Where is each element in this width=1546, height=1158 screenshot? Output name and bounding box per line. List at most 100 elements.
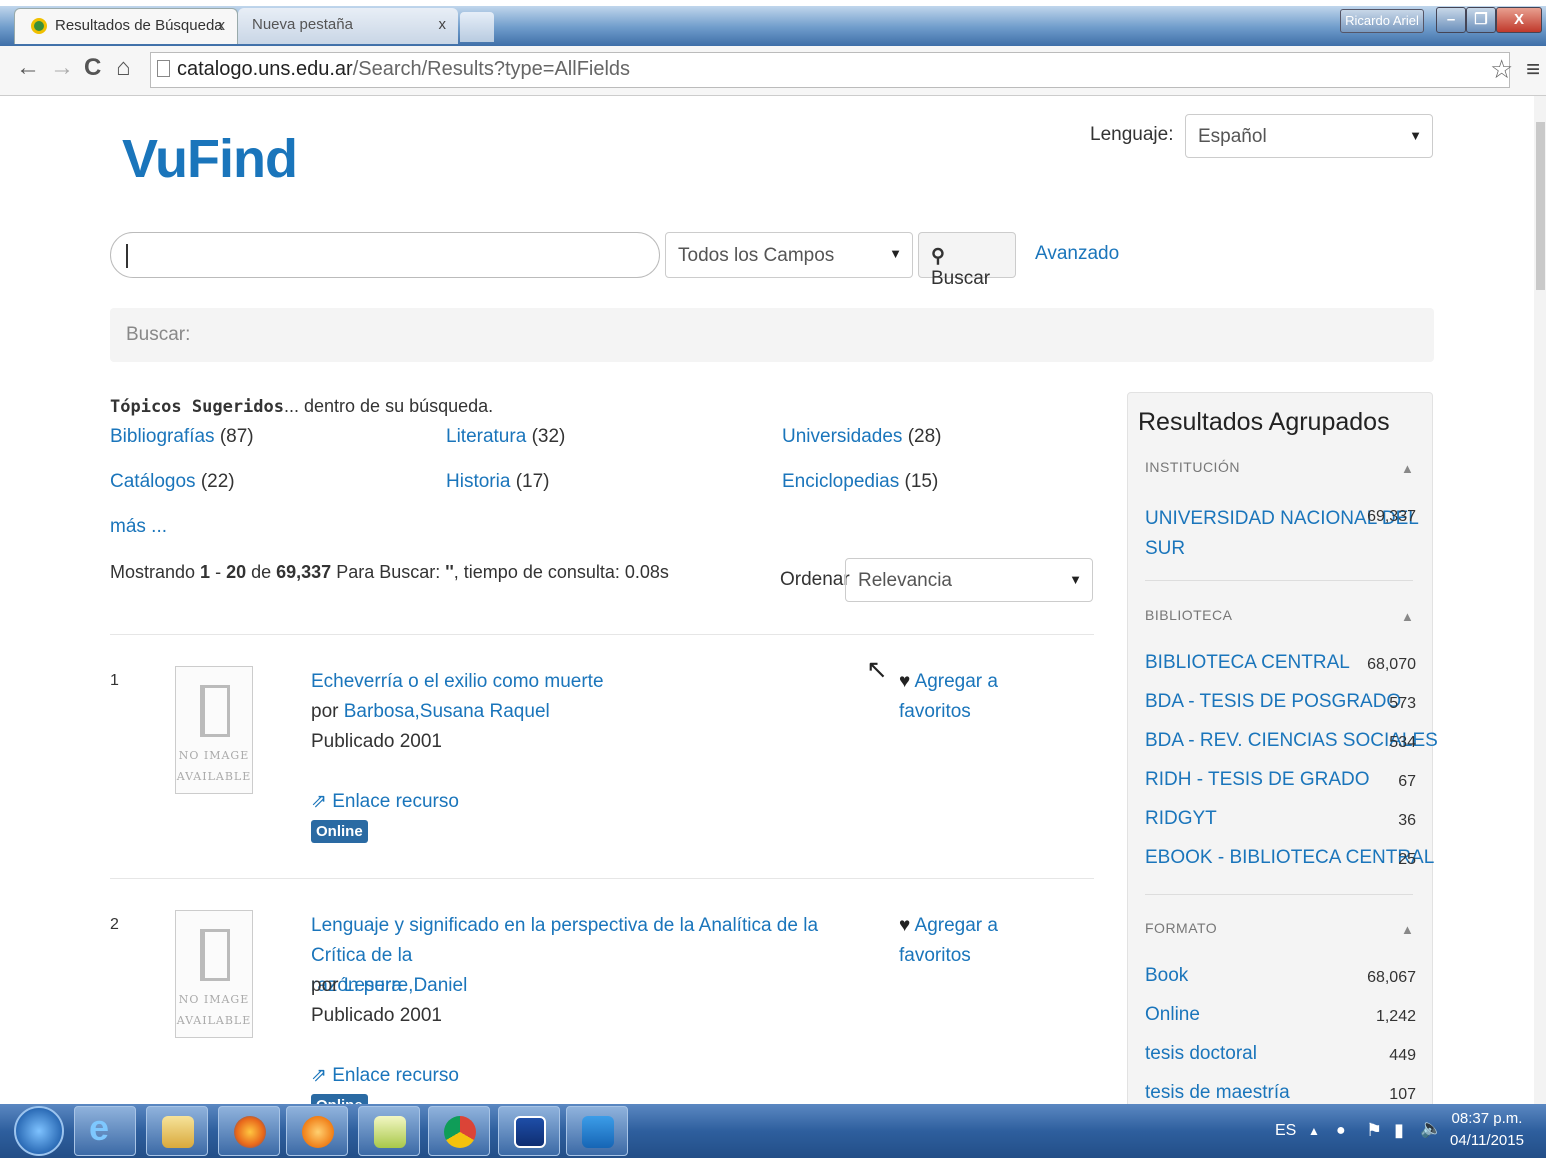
start-button[interactable] (14, 1106, 64, 1156)
facet-item[interactable]: RIDH - TESIS DE GRADO (1145, 769, 1370, 791)
back-icon[interactable]: ← (16, 54, 40, 82)
minimize-button[interactable]: – (1436, 7, 1466, 33)
facet-item[interactable]: RIDGYT (1145, 808, 1217, 830)
topic-count: (17) (515, 471, 550, 492)
facet-heading-formato[interactable]: FORMATO (1145, 920, 1217, 936)
summary-query: '' (445, 562, 454, 582)
add-favorite-link[interactable]: ♥ Agregar a favoritos (899, 911, 998, 971)
notepad-icon (374, 1116, 406, 1148)
topics-heading-rest: ... dentro de su búsqueda. (284, 396, 494, 416)
topic-link[interactable]: Historia (17) (446, 471, 549, 493)
new-tab-button[interactable] (460, 12, 494, 42)
sort-select[interactable]: Relevancia ▼ (845, 558, 1093, 602)
facet-count: 1,242 (1375, 1008, 1416, 1025)
author-link[interactable]: Leserre,Daniel (344, 975, 468, 996)
close-window-button[interactable]: X (1496, 7, 1542, 33)
topic-count: (22) (200, 471, 235, 492)
facet-item[interactable]: BIBLIOTECA CENTRAL (1145, 652, 1350, 674)
maximize-button[interactable]: ❐ (1466, 7, 1496, 33)
external-link-icon: ⇗ (311, 1065, 327, 1086)
volume-icon[interactable]: 🔈 (1420, 1118, 1442, 1139)
tab-search-results[interactable]: Resultados de Búsqueda x (14, 8, 238, 44)
facet-count: 107 (1389, 1086, 1416, 1103)
language-select[interactable]: Español ▼ (1185, 114, 1433, 158)
firefox-icon (234, 1116, 266, 1148)
taskbar-app[interactable] (428, 1106, 490, 1156)
tab-close-icon[interactable]: x (439, 16, 447, 33)
power-icon[interactable]: ▮ (1394, 1120, 1404, 1141)
facet-item[interactable]: tesis doctoral (1145, 1043, 1257, 1065)
add-favorite-link[interactable]: ♥ Agregar a favoritos (899, 667, 998, 727)
collapse-arrow-icon[interactable]: ▲ (1401, 922, 1414, 937)
result-thumbnail[interactable]: NO IMAGE AVAILABLE (175, 910, 253, 1038)
star-icon[interactable]: ☆ (1490, 54, 1513, 85)
input-language[interactable]: ES (1275, 1122, 1296, 1140)
taskbar-app[interactable] (286, 1106, 348, 1156)
favorite-label: favoritos (899, 701, 971, 722)
summary-of: de (246, 562, 277, 582)
home-icon[interactable]: ⌂ (116, 54, 131, 82)
taskbar-app[interactable] (498, 1106, 560, 1156)
action-center-icon[interactable]: ⚑ (1366, 1120, 1382, 1141)
topic-link[interactable]: Literatura (32) (446, 426, 565, 448)
resource-link[interactable]: ⇗ Enlace recurso (311, 1064, 459, 1087)
menu-icon[interactable]: ≡ (1526, 56, 1540, 84)
no-image-label: NO IMAGE AVAILABLE (176, 993, 252, 1027)
topic-link[interactable]: Catálogos (22) (110, 471, 235, 493)
reload-icon[interactable]: C (84, 54, 101, 82)
taskbar-app[interactable] (358, 1106, 420, 1156)
advanced-search-link[interactable]: Avanzado (1035, 243, 1119, 265)
summary-total: 69,337 (276, 562, 332, 582)
search-input[interactable] (110, 232, 660, 278)
text-cursor (126, 244, 128, 268)
search-button[interactable]: ⚲ Buscar (918, 232, 1016, 289)
topic-link[interactable]: Universidades (28) (782, 426, 941, 448)
divider (110, 878, 1094, 879)
taskbar-app[interactable] (218, 1106, 280, 1156)
facet-item[interactable]: tesis de maestría (1145, 1082, 1290, 1104)
vufind-logo[interactable]: VuFind (122, 128, 298, 190)
search-field-value: Todos los Campos (678, 245, 835, 266)
result-title-link[interactable]: Echeverría o el exilio como muerte (311, 667, 604, 697)
divider (1145, 894, 1413, 895)
facet-heading-biblioteca[interactable]: BIBLIOTECA (1145, 607, 1232, 623)
summary-end: 20 (226, 562, 247, 582)
user-profile-button[interactable]: Ricardo Ariel (1340, 9, 1424, 33)
address-bar[interactable]: catalogo.uns.edu.ar/Search/Results?type=… (150, 52, 1510, 88)
show-hidden-icons-icon[interactable]: ▲ (1308, 1124, 1320, 1138)
network-icon[interactable]: ● (1336, 1122, 1346, 1140)
collapse-arrow-icon[interactable]: ▲ (1401, 461, 1414, 476)
tab-new-tab[interactable]: Nueva pestaña x (238, 8, 458, 44)
resource-link-label: Enlace recurso (332, 791, 459, 812)
scrollbar-thumb[interactable] (1536, 122, 1545, 290)
summary-start: 1 (200, 562, 211, 582)
search-button-label: Buscar (931, 268, 991, 289)
tab-close-icon[interactable]: x (218, 17, 226, 34)
topic-link[interactable]: Enciclopedias (15) (782, 471, 938, 493)
taskbar-app[interactable] (146, 1106, 208, 1156)
forward-icon[interactable]: → (50, 54, 74, 82)
breadcrumb: Buscar: (110, 308, 1434, 362)
taskbar-app[interactable]: e (74, 1106, 136, 1156)
topics-heading-bold: Tópicos Sugeridos (110, 397, 284, 417)
topic-label: Literatura (446, 426, 527, 447)
search-field-select[interactable]: Todos los Campos ▼ (665, 232, 913, 278)
clock-date: 04/11/2015 (1450, 1132, 1524, 1149)
topic-link[interactable]: Bibliografías (87) (110, 426, 254, 448)
collapse-arrow-icon[interactable]: ▲ (1401, 609, 1414, 624)
taskbar-app[interactable] (566, 1106, 628, 1156)
clock-time: 08:37 p.m. (1451, 1110, 1523, 1127)
facet-item[interactable]: Book (1145, 965, 1188, 987)
teamviewer-icon (582, 1116, 614, 1148)
facet-item[interactable]: Online (1145, 1004, 1200, 1026)
result-author: por Leserre,Daniel (311, 971, 467, 1001)
resource-link[interactable]: ⇗ Enlace recurso (311, 790, 459, 813)
result-thumbnail[interactable]: NO IMAGE AVAILABLE (175, 666, 253, 794)
chrome-icon (444, 1116, 476, 1148)
heart-icon: ♥ (899, 915, 911, 936)
more-topics-link[interactable]: más ... (110, 516, 167, 538)
facet-heading-institution[interactable]: INSTITUCIÓN (1145, 459, 1240, 475)
topic-label: Universidades (782, 426, 903, 447)
system-clock[interactable]: 08:37 p.m. 04/11/2015 (1450, 1108, 1524, 1152)
author-link[interactable]: Barbosa,Susana Raquel (344, 701, 550, 722)
